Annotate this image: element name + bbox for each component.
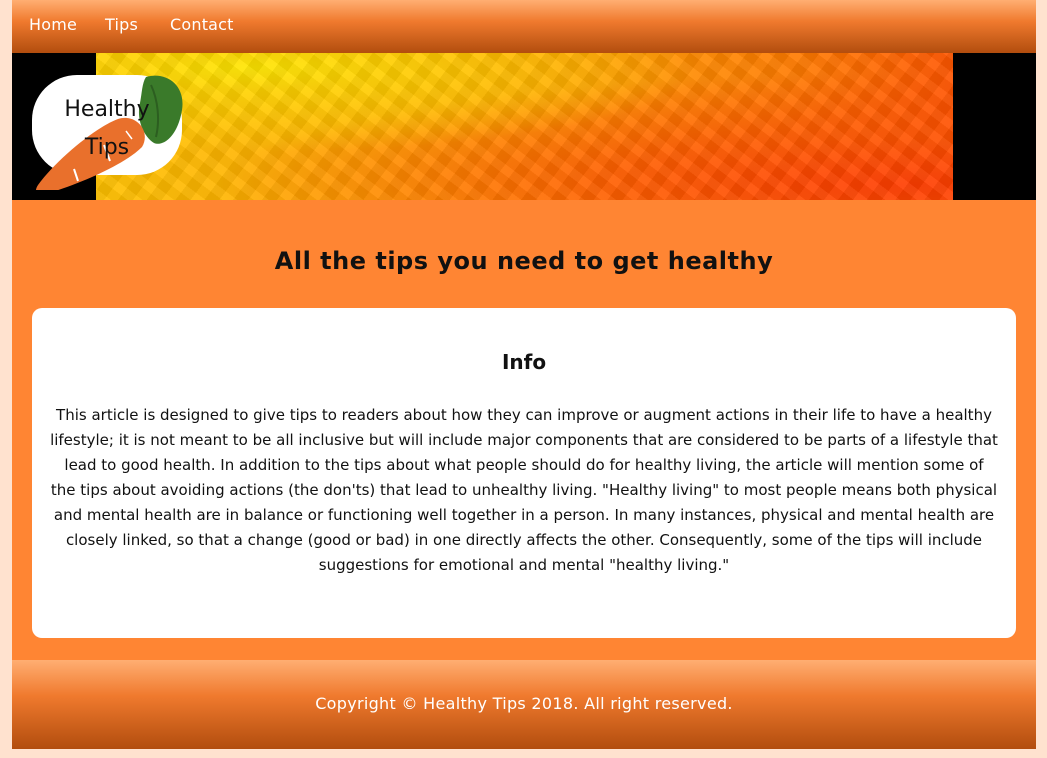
copyright-text: Copyright © Healthy Tips 2018. All right… (315, 694, 733, 713)
nav-link-tips[interactable]: Tips (105, 15, 138, 34)
logo-text: Healthy Tips (64, 97, 150, 160)
page-headline: All the tips you need to get healthy (274, 247, 774, 275)
nav-link-contact[interactable]: Contact (170, 15, 234, 34)
banner-image (96, 53, 953, 200)
footer: Copyright © Healthy Tips 2018. All right… (12, 660, 1036, 749)
info-body: This article is designed to give tips to… (50, 406, 998, 574)
info-title: Info (501, 350, 547, 374)
page: Home Tips Contact Healthy Tips All the t… (12, 0, 1036, 749)
info-card: Info This article is designed to give ti… (32, 308, 1016, 638)
top-navbar: Home Tips Contact (12, 0, 1036, 53)
site-logo[interactable]: Healthy Tips (32, 75, 183, 190)
nav-link-home[interactable]: Home (29, 15, 77, 34)
header-banner: Healthy Tips (12, 53, 1036, 200)
